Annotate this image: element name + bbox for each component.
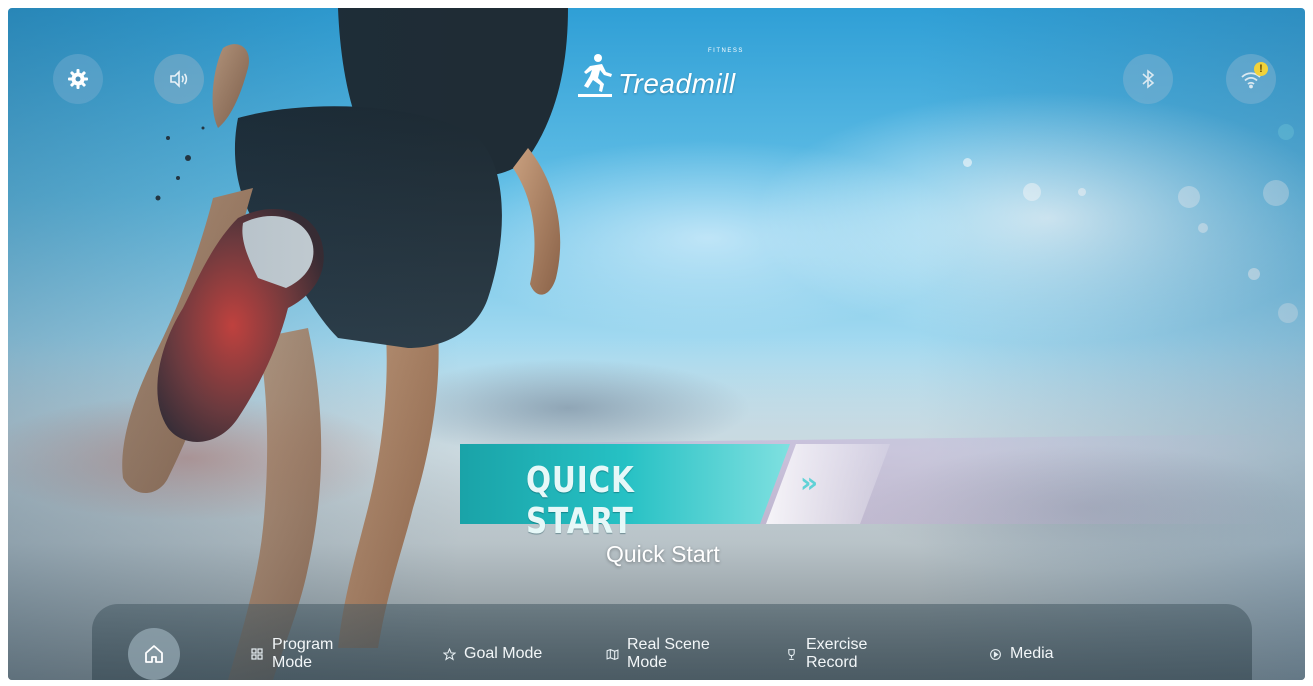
nav-label-line2: Record [806, 654, 858, 671]
brand-name: Treadmill [618, 68, 736, 99]
quick-start-banner-text: QUICK START [526, 460, 635, 542]
double-chevron-right-icon: » [800, 466, 818, 499]
trophy-icon [784, 647, 798, 661]
star-icon [442, 647, 456, 661]
nav-real-scene-mode[interactable]: Real Scene Mode [605, 636, 710, 672]
nav-media[interactable]: Media [988, 645, 1054, 663]
bluetooth-icon [1142, 69, 1155, 89]
volume-icon [170, 70, 188, 88]
nav-goal-mode[interactable]: Goal Mode [442, 645, 542, 663]
brand-subtitle: FITNESS [708, 48, 744, 54]
wifi-button[interactable]: ! [1226, 54, 1276, 104]
volume-button[interactable] [154, 54, 204, 104]
vignette-overlay [8, 8, 1305, 680]
settings-gear-icon [68, 69, 88, 89]
treadmill-home-screen: QUICK START » Quick Start Treadmill FITN… [8, 8, 1305, 680]
wifi-alert-badge: ! [1254, 62, 1268, 76]
nav-label-line2: Mode [627, 654, 668, 671]
home-button[interactable] [128, 628, 180, 680]
runner-logo-icon [578, 54, 612, 97]
map-icon [605, 647, 619, 661]
play-icon [988, 647, 1002, 661]
nav-label-line1: Real Scene [627, 636, 710, 653]
nav-label-line1: Exercise [806, 636, 868, 653]
nav-exercise-record[interactable]: Exercise Record [784, 636, 867, 672]
nav-label: Media [1010, 645, 1054, 662]
nav-label-line1: Program [272, 636, 334, 653]
nav-label-line2: Mode [272, 654, 313, 671]
settings-button[interactable] [53, 54, 103, 104]
quick-start-label[interactable]: Quick Start [606, 541, 720, 568]
nav-label: Goal Mode [464, 645, 543, 662]
grid-icon [250, 647, 264, 661]
bluetooth-button[interactable] [1123, 54, 1173, 104]
nav-program-mode[interactable]: Program Mode [250, 636, 333, 672]
treadmill-logo: Treadmill FITNESS [576, 38, 776, 98]
home-icon [145, 645, 163, 663]
